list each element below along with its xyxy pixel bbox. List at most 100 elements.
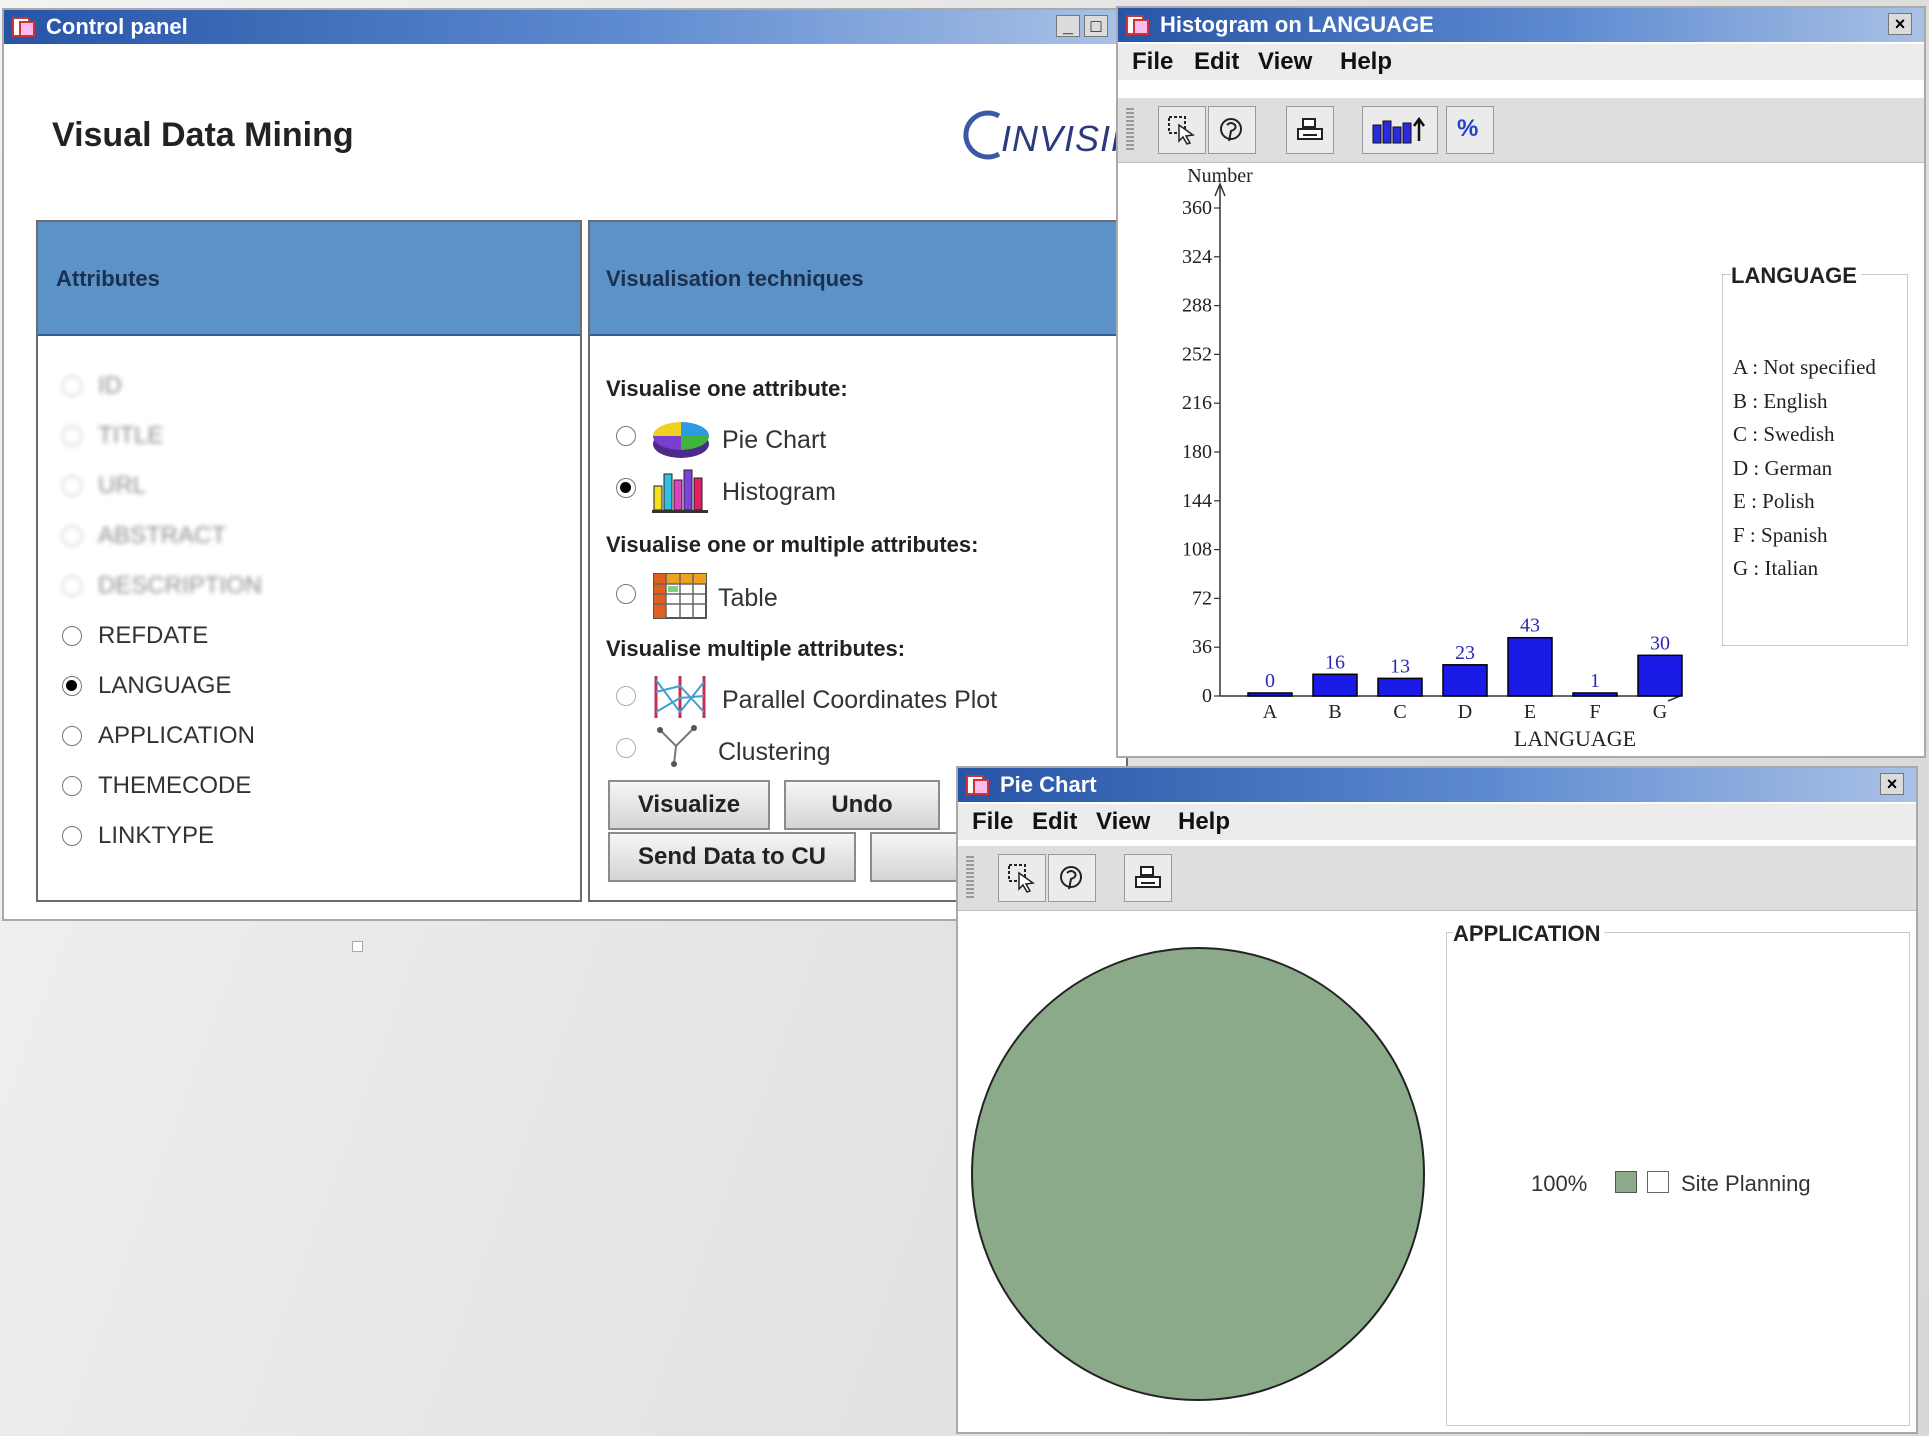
attribute-label[interactable]: REFDATE bbox=[98, 622, 208, 650]
attribute-radio bbox=[62, 376, 82, 396]
zoom-tool-button[interactable] bbox=[1048, 854, 1096, 902]
clustering-radio[interactable] bbox=[616, 738, 636, 758]
histogram-bar bbox=[1377, 677, 1423, 697]
bar-value-label: 13 bbox=[1390, 655, 1410, 677]
attribute-label[interactable]: THEMECODE bbox=[98, 772, 251, 800]
attribute-label[interactable]: LANGUAGE bbox=[98, 672, 231, 700]
app-icon bbox=[966, 775, 989, 795]
control-panel-titlebar[interactable]: Control panel _ □ bbox=[4, 10, 1120, 44]
bar-value-label: 16 bbox=[1325, 651, 1345, 673]
toolbar-grip[interactable] bbox=[966, 856, 974, 900]
menu-view[interactable]: View bbox=[1096, 808, 1150, 836]
app-icon bbox=[12, 17, 35, 37]
attribute-label: ABSTRACT bbox=[98, 522, 227, 549]
pie-chart-label[interactable]: Pie Chart bbox=[722, 426, 826, 455]
histogram-menubar: File Edit View Help bbox=[1118, 44, 1924, 80]
table-radio[interactable] bbox=[616, 584, 636, 604]
print-icon bbox=[1297, 118, 1323, 140]
minimize-button[interactable]: _ bbox=[1056, 15, 1080, 37]
histogram-chart-area: Number 0 36 72 108 144 180 216 252 288 324 360 0 A 16 B… bbox=[1118, 164, 1924, 756]
app-icon bbox=[1126, 15, 1149, 35]
maximize-button[interactable]: □ bbox=[1084, 15, 1108, 37]
menu-help[interactable]: Help bbox=[1340, 48, 1392, 76]
menu-file[interactable]: File bbox=[972, 808, 1013, 836]
legend-entry: D : German bbox=[1733, 455, 1833, 480]
bar-value-label: 0 bbox=[1265, 670, 1275, 692]
pie-titlebar[interactable]: Pie Chart × bbox=[958, 768, 1916, 802]
bar-sort-button[interactable] bbox=[1362, 106, 1438, 154]
percent-button[interactable]: % bbox=[1446, 106, 1494, 154]
histogram-chart: Number 0 36 72 108 144 180 216 252 288 324 360 0 A 16 B… bbox=[1182, 165, 1683, 751]
menu-file[interactable]: File bbox=[1132, 48, 1173, 76]
select-icon bbox=[1008, 864, 1035, 893]
pie-legend-title: APPLICATION bbox=[1453, 921, 1605, 947]
zoom-icon bbox=[1220, 118, 1242, 142]
bar-value-label: 1 bbox=[1590, 670, 1600, 692]
pie-toolbar bbox=[958, 846, 1916, 911]
menu-edit[interactable]: Edit bbox=[1032, 808, 1077, 836]
one-attribute-title: Visualise one attribute: bbox=[606, 376, 848, 401]
print-button[interactable] bbox=[1124, 854, 1172, 902]
parallel-coordinates-radio[interactable] bbox=[616, 686, 636, 706]
x-tick-label: C bbox=[1393, 701, 1406, 723]
one-or-multiple-title: Visualise one or multiple attributes: bbox=[606, 532, 979, 557]
clustering-label[interactable]: Clustering bbox=[718, 738, 831, 767]
parallel-coordinates-label[interactable]: Parallel Coordinates Plot bbox=[722, 686, 997, 715]
table-icon bbox=[653, 573, 707, 619]
pie-legend-checkbox[interactable] bbox=[1647, 1171, 1669, 1193]
attribute-label: ID bbox=[98, 372, 122, 399]
legend-title: LANGUAGE bbox=[1731, 263, 1861, 289]
pie-slice[interactable] bbox=[971, 947, 1425, 1401]
select-icon bbox=[1168, 116, 1195, 145]
menu-edit[interactable]: Edit bbox=[1194, 48, 1239, 76]
attribute-label[interactable]: APPLICATION bbox=[98, 722, 255, 750]
attribute-label: URL bbox=[98, 472, 147, 499]
close-button[interactable]: × bbox=[1880, 773, 1904, 795]
pie-chart-icon bbox=[653, 422, 709, 458]
desktop-marker bbox=[352, 941, 363, 952]
menu-help[interactable]: Help bbox=[1178, 808, 1230, 836]
pie-chart-radio[interactable] bbox=[616, 426, 636, 446]
zoom-tool-button[interactable] bbox=[1208, 106, 1256, 154]
pie-chart-window: Pie Chart × File Edit View Help APPLICAT… bbox=[956, 766, 1918, 1434]
attribute-label[interactable]: LINKTYPE bbox=[98, 822, 214, 850]
attribute-radio[interactable] bbox=[62, 726, 82, 746]
histogram-window: Histogram on LANGUAGE × File Edit View H… bbox=[1116, 6, 1926, 758]
extra-button[interactable] bbox=[870, 832, 970, 882]
undo-button[interactable]: Undo bbox=[784, 780, 940, 830]
select-tool-button[interactable] bbox=[1158, 106, 1206, 154]
send-data-button[interactable]: Send Data to CU bbox=[608, 832, 856, 882]
histogram-window-title: Histogram on LANGUAGE bbox=[1160, 12, 1434, 37]
y-tick-label: 72 bbox=[1192, 587, 1212, 609]
legend-entry: F : Spanish bbox=[1733, 522, 1828, 547]
y-tick-label: 252 bbox=[1182, 343, 1212, 365]
attributes-panel: Attributes ID TITLE URL ABSTRACT DESCRIPTION… bbox=[36, 220, 582, 902]
visualize-button[interactable]: Visualize bbox=[608, 780, 770, 830]
attribute-radio[interactable] bbox=[62, 776, 82, 796]
pie-window-title: Pie Chart bbox=[1000, 772, 1097, 797]
bar-sort-icon bbox=[1372, 116, 1426, 144]
x-tick-label: E bbox=[1524, 701, 1536, 723]
toolbar-grip[interactable] bbox=[1126, 108, 1134, 152]
close-button[interactable]: × bbox=[1888, 13, 1912, 35]
pie-legend: APPLICATION 100% Site Planning bbox=[1446, 921, 1910, 1426]
menu-view[interactable]: View bbox=[1258, 48, 1312, 76]
attribute-radio[interactable] bbox=[62, 676, 82, 696]
attributes-header: Attributes bbox=[38, 222, 580, 336]
table-label[interactable]: Table bbox=[718, 584, 778, 613]
histogram-label[interactable]: Histogram bbox=[722, 478, 836, 507]
bar-value-label: 43 bbox=[1520, 615, 1540, 637]
attribute-radio[interactable] bbox=[62, 826, 82, 846]
y-tick-label: 216 bbox=[1182, 392, 1212, 414]
multiple-attributes-title: Visualise multiple attributes: bbox=[606, 636, 906, 661]
invisip-logo: INVISIP bbox=[959, 108, 1135, 168]
histogram-titlebar[interactable]: Histogram on LANGUAGE × bbox=[1118, 8, 1924, 42]
select-tool-button[interactable] bbox=[998, 854, 1046, 902]
attribute-radio bbox=[62, 476, 82, 496]
pie-chart-area: APPLICATION 100% Site Planning bbox=[958, 912, 1916, 1432]
histogram-legend: LANGUAGE A : Not specified B : English C :… bbox=[1722, 263, 1908, 646]
y-tick-label: 108 bbox=[1182, 539, 1212, 561]
attribute-radio[interactable] bbox=[62, 626, 82, 646]
print-button[interactable] bbox=[1286, 106, 1334, 154]
histogram-radio[interactable] bbox=[616, 478, 636, 498]
